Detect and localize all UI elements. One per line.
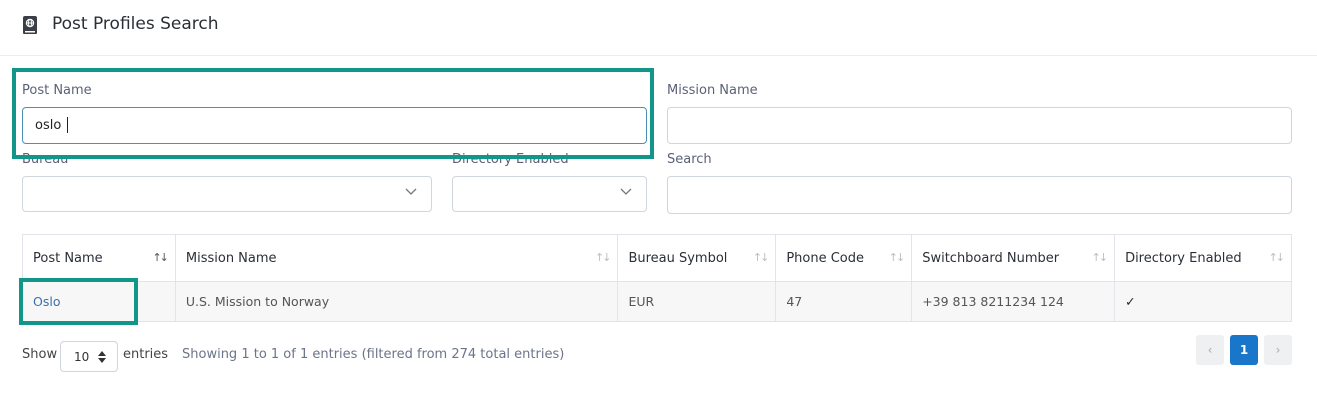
pagination-prev-button[interactable]: ‹ <box>1196 335 1224 365</box>
show-label: Show <box>22 347 58 362</box>
column-header-directory-enabled[interactable]: Directory Enabled ↑↓ <box>1114 234 1292 282</box>
sort-icon: ↑↓ <box>1091 251 1109 264</box>
sort-caret-icon <box>98 351 106 363</box>
column-label: Phone Code <box>786 250 864 266</box>
table-header-row: Post Name ↑↓ Mission Name ↑↓ Bureau Symb… <box>22 234 1292 282</box>
column-header-bureau-symbol[interactable]: Bureau Symbol ↑↓ <box>617 234 777 282</box>
sort-icon: ↑↓ <box>888 251 906 264</box>
sort-icon: ↑↓ <box>752 251 770 264</box>
page-size-select[interactable]: 10 <box>60 341 118 372</box>
highlight-box-post-name-field <box>12 68 654 159</box>
table-info: Showing 1 to 1 of 1 entries (filtered fr… <box>182 347 565 362</box>
entries-label: entries <box>123 347 169 362</box>
column-header-phone-code[interactable]: Phone Code ↑↓ <box>775 234 913 282</box>
page-header: Post Profiles Search <box>0 0 1317 56</box>
results-table: Post Name ↑↓ Mission Name ↑↓ Bureau Symb… <box>22 234 1292 322</box>
cell-mission-name: U.S. Mission to Norway <box>174 281 619 322</box>
mission-name-input[interactable] <box>667 107 1292 144</box>
sort-icon: ↑↓ <box>595 251 612 264</box>
column-label: Bureau Symbol <box>628 250 728 266</box>
highlight-box-oslo-link <box>19 278 138 325</box>
mission-name-label: Mission Name <box>667 83 758 98</box>
search-input[interactable] <box>667 176 1292 214</box>
pagination-next-button[interactable]: › <box>1264 335 1292 365</box>
column-header-switchboard-number[interactable]: Switchboard Number ↑↓ <box>911 234 1116 282</box>
checkmark-icon: ✓ <box>1125 294 1136 309</box>
column-header-mission-name[interactable]: Mission Name ↑↓ <box>174 234 619 282</box>
cell-bureau-symbol: EUR <box>617 281 777 322</box>
column-label: Post Name <box>33 250 103 266</box>
book-globe-icon <box>23 16 37 34</box>
column-label: Switchboard Number <box>922 250 1060 266</box>
sort-icon: ↑↓ <box>152 251 169 264</box>
chevron-down-icon <box>620 188 632 195</box>
table-row: Oslo U.S. Mission to Norway EUR 47 +39 8… <box>22 281 1292 322</box>
chevron-down-icon <box>405 188 417 195</box>
page-size-value: 10 <box>74 350 90 364</box>
pagination-page-1[interactable]: 1 <box>1230 335 1258 365</box>
column-header-post-name[interactable]: Post Name ↑↓ <box>22 234 176 282</box>
column-label: Directory Enabled <box>1125 250 1242 266</box>
cell-directory-enabled: ✓ <box>1114 281 1292 322</box>
cell-phone-code: 47 <box>775 281 913 322</box>
column-label: Mission Name <box>185 250 277 266</box>
sort-icon: ↑↓ <box>1268 251 1286 264</box>
bureau-select[interactable] <box>22 176 432 212</box>
cell-switchboard-number: +39 813 8211234 124 <box>911 281 1116 322</box>
search-label: Search <box>667 152 712 167</box>
directory-enabled-select[interactable] <box>452 176 647 212</box>
page-title: Post Profiles Search <box>52 14 219 34</box>
